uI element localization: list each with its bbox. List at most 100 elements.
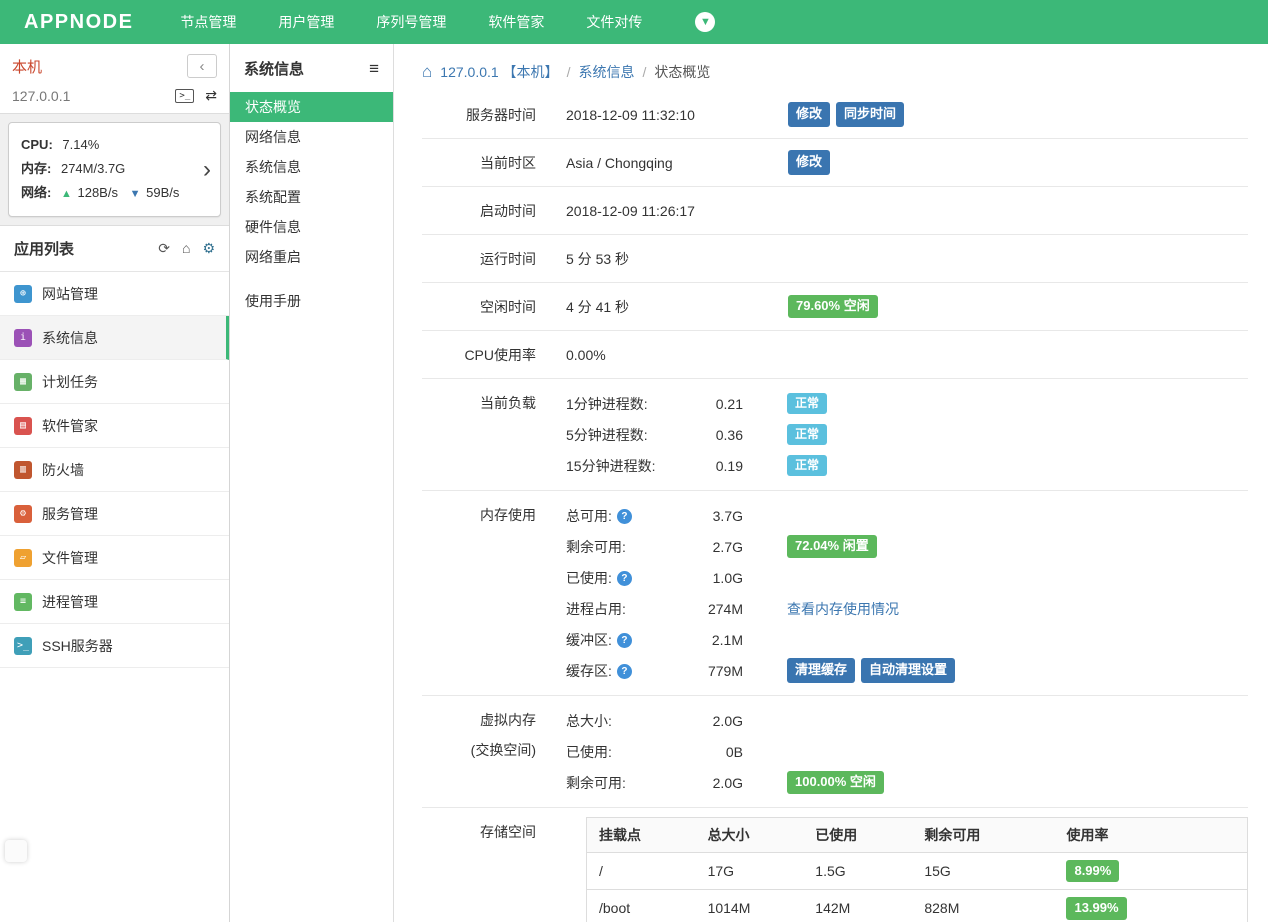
idle-time-value: 4 分 41 秒 (566, 297, 788, 317)
timezone-row: 当前时区 Asia / Chongqing 修改 (422, 139, 1248, 187)
status-badge: 正常 (787, 455, 827, 476)
cpu-stat-value: 7.14% (62, 137, 99, 152)
nav-user-management[interactable]: 用户管理 (257, 0, 355, 44)
idle-percent-badge: 79.60% 空闲 (788, 295, 878, 317)
swap-row: 虚拟内存 (交换空间) 总大小: 2.0G 已使用: 0B 剩余可用: 2.0G… (422, 696, 1248, 808)
breadcrumb: ⌂ 127.0.0.1 【本机】 / 系统信息 / 状态概览 (422, 58, 1248, 86)
home-icon[interactable]: ⌂ (182, 240, 190, 257)
host-stats-card[interactable]: CPU: 7.14% 内存: 274M/3.7G 网络: ▲ 128B/s ▼ … (8, 122, 221, 217)
sidebar-item-system-info[interactable]: i 系统信息 (0, 316, 229, 360)
left-sidebar: 本机 ‹ 127.0.0.1 >_ ⇄ CPU: 7.14% 内存: 274M/… (0, 44, 230, 922)
sidebar-item-file-management[interactable]: ▱ 文件管理 (0, 536, 229, 580)
help-icon[interactable]: ? (617, 571, 632, 586)
main-content: ⌂ 127.0.0.1 【本机】 / 系统信息 / 状态概览 服务器时间 201… (395, 44, 1268, 922)
storage-table: 挂载点 总大小 已使用 剩余可用 使用率 / 17G 1.5G 15G (586, 817, 1248, 922)
usage-badge: 13.99% (1066, 897, 1126, 919)
system-info-submenu: 系统信息 ≡ 状态概览 网络信息 系统信息 系统配置 硬件信息 网络重启 使用手… (230, 44, 394, 922)
row-label: 存储空间 (422, 817, 536, 847)
row-label: 当前负载 (422, 388, 536, 418)
nav-node-management[interactable]: 节点管理 (159, 0, 257, 44)
sidebar-item-scheduled-tasks[interactable]: ▦ 计划任务 (0, 360, 229, 404)
memory-stat-label: 内存: (21, 161, 51, 176)
sidebar-item-ssh-server[interactable]: >_ SSH服务器 (0, 624, 229, 668)
collapse-panel-button[interactable]: ‹ (187, 54, 217, 78)
terminal-icon[interactable]: >_ (175, 89, 194, 103)
floating-widget[interactable] (5, 840, 27, 862)
ssh-icon: >_ (14, 637, 32, 655)
calendar-icon: ▦ (14, 373, 32, 391)
sidebar-item-process-management[interactable]: ≡ 进程管理 (0, 580, 229, 624)
row-label: 运行时间 (422, 244, 536, 274)
app-list-header: 应用列表 ⟳ ⌂ ⚙ (0, 226, 229, 272)
memory-process-row: 进程占用: 274M 查看内存使用情况 (566, 593, 955, 624)
submenu-item-system-config[interactable]: 系统配置 (230, 182, 393, 212)
load-5min-row: 5分钟进程数: 0.36 正常 (566, 419, 827, 450)
load-row: 当前负载 1分钟进程数: 0.21 正常 5分钟进程数: 0.36 正常 15分… (422, 379, 1248, 491)
network-up-value: 128B/s (77, 185, 117, 200)
more-menu-button[interactable]: ▼ (695, 12, 715, 32)
chevron-right-icon[interactable]: › (203, 156, 211, 184)
sidebar-item-firewall[interactable]: ▥ 防火墙 (0, 448, 229, 492)
transfer-icon[interactable]: ⇄ (205, 87, 217, 104)
status-badge: 正常 (787, 393, 827, 414)
network-stat: 网络: ▲ 128B/s ▼ 59B/s (21, 181, 194, 206)
help-icon[interactable]: ? (617, 509, 632, 524)
submenu-item-network-info[interactable]: 网络信息 (230, 122, 393, 152)
process-icon: ≡ (14, 593, 32, 611)
sidebar-item-software-manager[interactable]: ▤ 软件管家 (0, 404, 229, 448)
submenu-header: 系统信息 ≡ (230, 44, 393, 92)
row-label: 当前时区 (422, 148, 536, 178)
gear-icon[interactable]: ⚙ (202, 240, 215, 257)
timezone-value: Asia / Chongqing (566, 155, 788, 171)
sidebar-item-service-management[interactable]: ⚙ 服务管理 (0, 492, 229, 536)
submenu-item-hardware-info[interactable]: 硬件信息 (230, 212, 393, 242)
memory-stat: 内存: 274M/3.7G (21, 157, 194, 181)
nav-serial-management[interactable]: 序列号管理 (355, 0, 467, 44)
hamburger-icon[interactable]: ≡ (369, 59, 379, 79)
sync-time-button[interactable]: 同步时间 (836, 102, 904, 127)
website-icon: ⊕ (14, 285, 32, 303)
nav-software-manager[interactable]: 软件管家 (467, 0, 565, 44)
auto-clear-settings-button[interactable]: 自动清理设置 (861, 658, 955, 683)
appnode-logo[interactable]: APPNODE (24, 11, 133, 34)
breadcrumb-section-link[interactable]: 系统信息 (578, 62, 634, 82)
breadcrumb-current-page: 状态概览 (654, 62, 710, 82)
host-name: 本机 (12, 56, 42, 77)
row-label: 启动时间 (422, 196, 536, 226)
server-time-row: 服务器时间 2018-12-09 11:32:10 修改 同步时间 (422, 91, 1248, 139)
help-icon[interactable]: ? (617, 664, 632, 679)
memory-cache-row: 缓存区:? 779M 清理缓存 自动清理设置 (566, 655, 955, 686)
sidebar-item-website-management[interactable]: ⊕ 网站管理 (0, 272, 229, 316)
download-arrow-icon: ▼ (130, 188, 141, 200)
swap-used-row: 已使用: 0B (566, 736, 884, 767)
package-icon: ▤ (14, 417, 32, 435)
row-label: 空闲时间 (422, 292, 536, 322)
chevron-left-icon: ‹ (200, 58, 205, 75)
refresh-icon[interactable]: ⟳ (158, 240, 170, 257)
status-badge: 正常 (787, 424, 827, 445)
submenu-item-status-overview[interactable]: 状态概览 (230, 92, 393, 122)
services-icon: ⚙ (14, 505, 32, 523)
network-down-value: 59B/s (146, 185, 179, 200)
submenu-item-system-info[interactable]: 系统信息 (230, 152, 393, 182)
swap-free-row: 剩余可用: 2.0G 100.00% 空闲 (566, 767, 884, 798)
host-ip: 127.0.0.1 (12, 88, 70, 104)
clear-cache-button[interactable]: 清理缓存 (787, 658, 855, 683)
modify-time-button[interactable]: 修改 (788, 102, 830, 127)
breadcrumb-home-icon[interactable]: ⌂ (422, 62, 432, 82)
row-label: 服务器时间 (422, 100, 536, 130)
memory-row: 内存使用 总可用:? 3.7G 剩余可用: 2.7G 72.04% 闲置 已使用… (422, 491, 1248, 696)
boot-time-row: 启动时间 2018-12-09 11:26:17 (422, 187, 1248, 235)
idle-time-row: 空闲时间 4 分 41 秒 79.60% 空闲 (422, 283, 1248, 331)
load-1min-row: 1分钟进程数: 0.21 正常 (566, 388, 827, 419)
breadcrumb-host-link[interactable]: 127.0.0.1 【本机】 (440, 62, 558, 82)
cpu-usage-row: CPU使用率 0.00% (422, 331, 1248, 379)
submenu-item-user-manual[interactable]: 使用手册 (230, 286, 393, 316)
boot-time-value: 2018-12-09 11:26:17 (566, 203, 788, 219)
submenu-item-network-restart[interactable]: 网络重启 (230, 242, 393, 272)
nav-file-transfer[interactable]: 文件对传 (565, 0, 663, 44)
cpu-stat: CPU: 7.14% (21, 133, 194, 157)
view-memory-usage-link[interactable]: 查看内存使用情况 (787, 599, 899, 619)
help-icon[interactable]: ? (617, 633, 632, 648)
modify-timezone-button[interactable]: 修改 (788, 150, 830, 175)
